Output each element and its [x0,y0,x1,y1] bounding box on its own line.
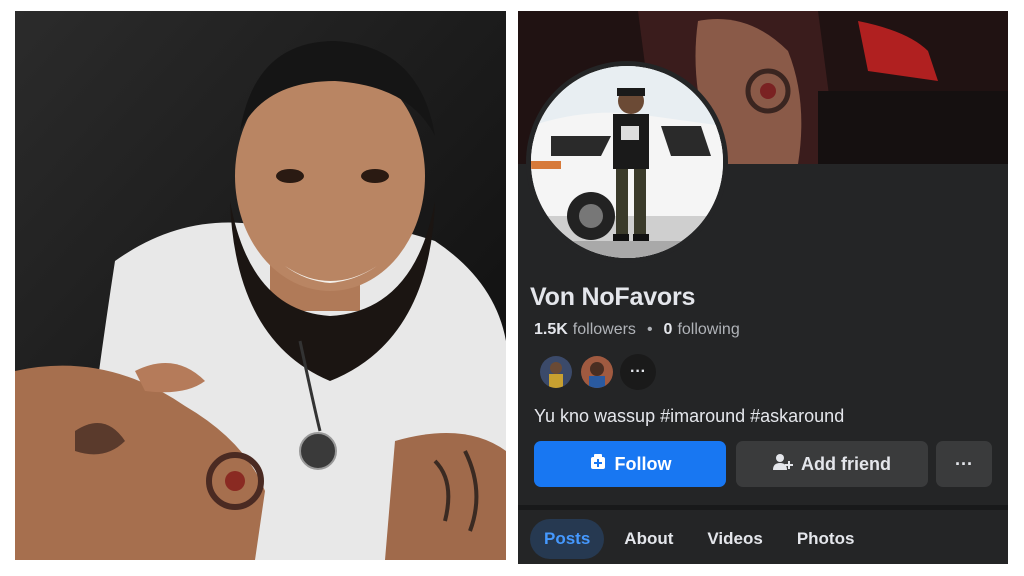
mutual-avatar-image [581,356,613,388]
tab-about[interactable]: About [610,519,687,559]
portrait-photo [15,11,506,560]
add-friend-button[interactable]: Add friend [736,441,928,487]
tab-photos[interactable]: Photos [783,519,869,559]
profile-avatar[interactable] [531,66,723,258]
person-add-icon [773,453,793,476]
more-options-button[interactable]: ··· [936,441,992,487]
profile-panel: Von NoFavors 1.5K followers • 0 followin… [518,11,1008,564]
mutual-followers: ··· [538,354,656,390]
profile-name: Von NoFavors [530,283,696,311]
followers-label[interactable]: followers [573,321,636,339]
tab-posts[interactable]: Posts [530,519,605,559]
followers-count[interactable]: 1.5K [534,321,568,339]
follow-plus-icon [589,453,607,476]
section-divider [518,505,1008,510]
follow-button-label: Follow [614,453,672,474]
follow-button[interactable]: Follow [534,441,726,487]
profile-avatar-ring[interactable] [526,61,728,263]
mutual-avatar[interactable] [538,354,574,390]
portrait-image [15,11,506,560]
ellipsis-icon: ··· [955,453,973,474]
tab-videos[interactable]: Videos [693,519,776,559]
profile-tabs: Posts About Videos Photos [530,519,868,559]
following-label[interactable]: following [677,321,739,339]
stats-separator: • [646,321,653,338]
following-count[interactable]: 0 [664,321,673,339]
profile-avatar-image [531,66,723,258]
profile-bio: Yu kno wassup #imaround #askaround [534,406,845,426]
add-friend-label: Add friend [801,453,891,474]
mutual-more-button[interactable]: ··· [620,354,656,390]
mutual-avatar-image [540,356,572,388]
mutual-avatar[interactable] [579,354,615,390]
follow-stats: 1.5K followers • 0 following [534,321,740,339]
